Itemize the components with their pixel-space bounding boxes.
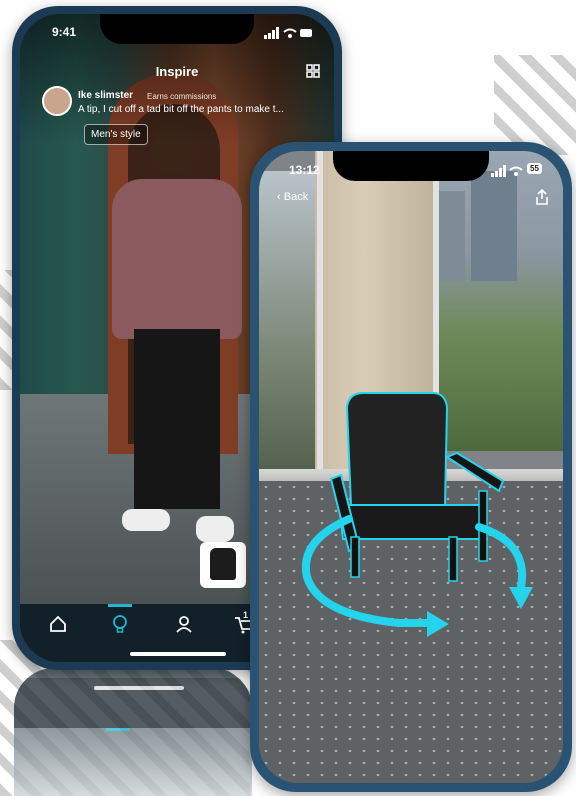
page-title: Inspire	[155, 64, 199, 79]
home-icon[interactable]	[48, 614, 68, 634]
cart-count: 1	[243, 610, 249, 620]
phone-reflection	[14, 668, 252, 796]
person-icon[interactable]	[174, 614, 194, 634]
right-phone-frame: 13:12 55 ‹ Back	[250, 142, 572, 792]
commission-badge: Earns commissions	[147, 92, 217, 101]
status-time: 9:41	[52, 25, 77, 39]
tag-chip[interactable]: Men's style	[84, 124, 148, 145]
left-phone-notch	[100, 14, 254, 44]
window-view-left	[259, 171, 319, 491]
tab-active-indicator	[108, 604, 132, 607]
status-time: 13:12	[289, 163, 320, 177]
author-name[interactable]: Ike slimster	[78, 90, 133, 101]
decorative-stripes-top-right	[494, 55, 576, 155]
avatar[interactable]	[42, 86, 72, 116]
lightbulb-icon[interactable]	[110, 614, 130, 634]
back-button[interactable]: ‹ Back	[277, 191, 308, 203]
back-label: Back	[283, 191, 309, 203]
product-thumbnail[interactable]	[200, 542, 246, 588]
share-icon[interactable]	[535, 188, 549, 205]
grid-icon[interactable]	[306, 64, 320, 78]
battery-level: 55	[527, 163, 542, 174]
back-chevron-icon: ‹	[277, 191, 284, 203]
reflection-accent-bar	[106, 728, 130, 731]
home-indicator	[130, 652, 226, 656]
reflection-home-indicator	[94, 686, 184, 690]
status-icons	[264, 26, 314, 39]
rotate-ring[interactable]	[289, 491, 539, 641]
right-phone-notch	[333, 151, 489, 181]
post-caption[interactable]: A tip, I cut off a tad bit off the pants…	[78, 104, 318, 115]
person-silhouette	[112, 124, 242, 544]
right-phone-screen: 13:12 55 ‹ Back	[259, 151, 563, 783]
